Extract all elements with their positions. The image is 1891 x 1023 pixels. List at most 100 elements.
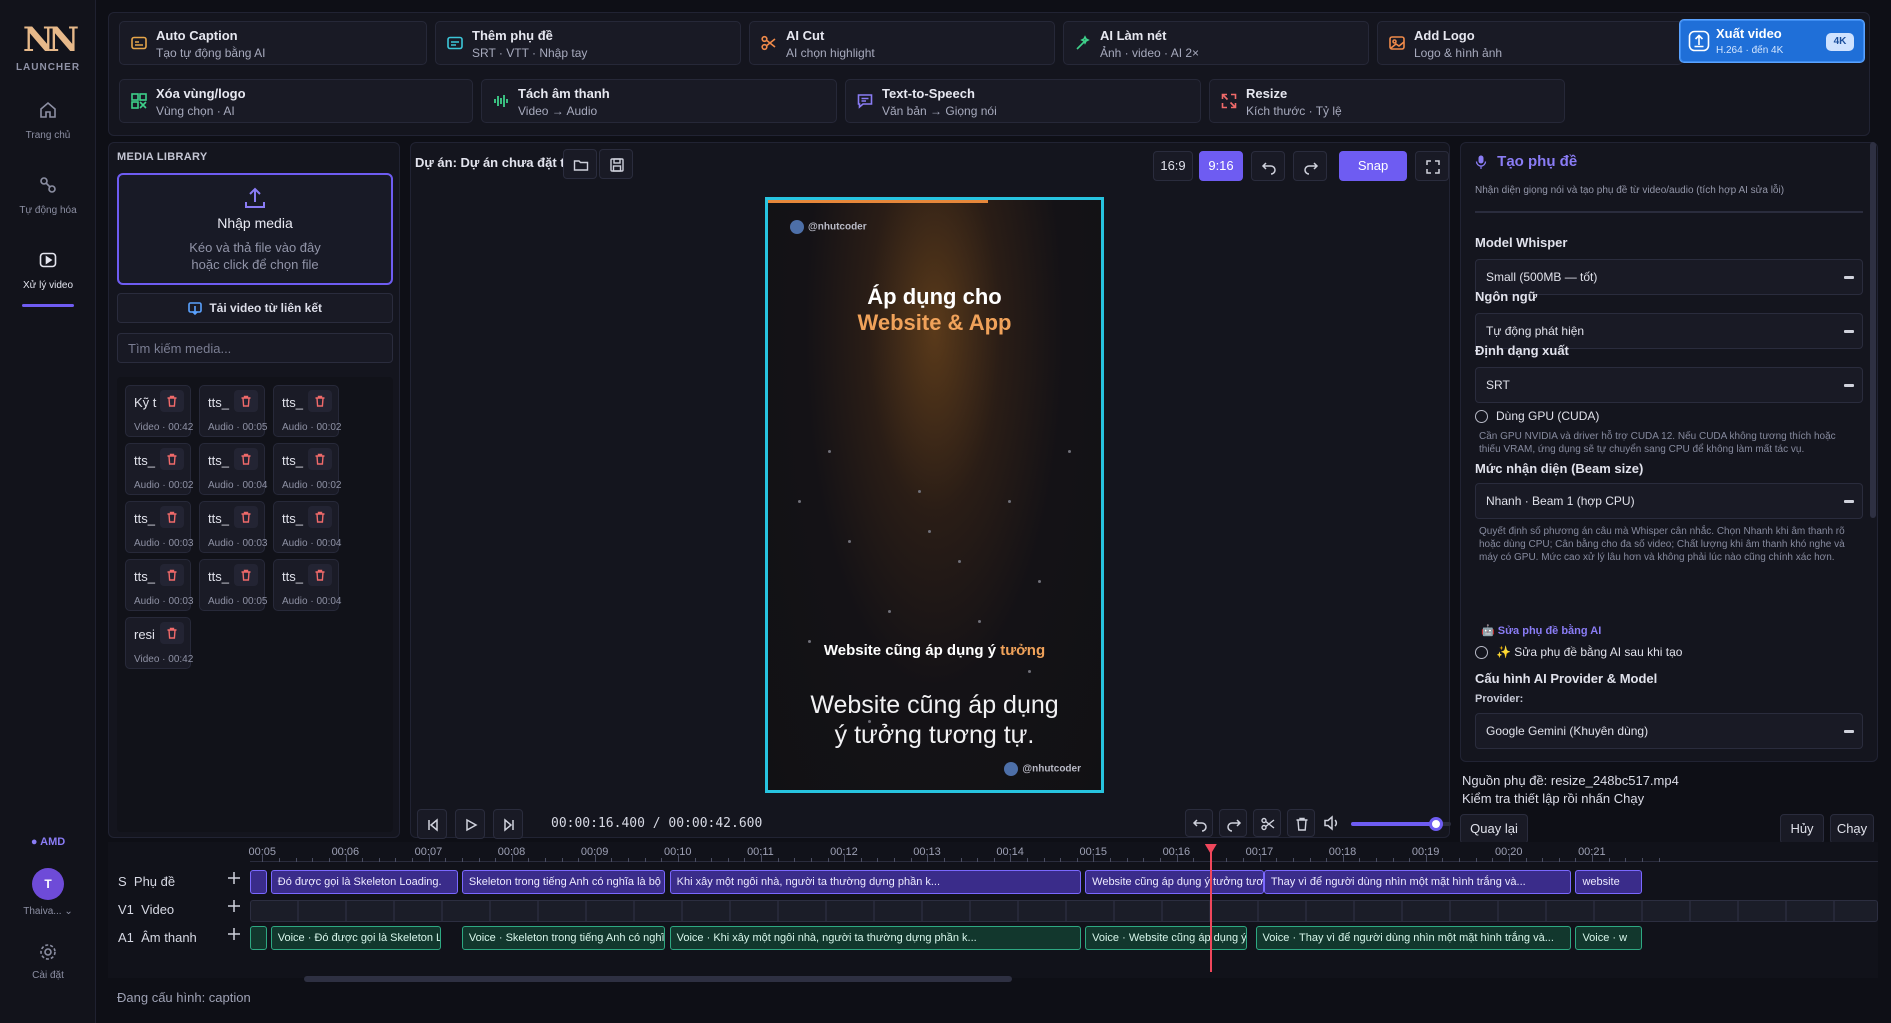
ratio-16-9-button[interactable]: 16:9 bbox=[1153, 151, 1193, 181]
media-search-input[interactable] bbox=[117, 333, 393, 363]
ai-fix-checkbox[interactable]: ✨ Sửa phụ đề bằng AI sau khi tạo bbox=[1475, 645, 1682, 660]
audio-clip[interactable]: Voice · w bbox=[1575, 926, 1642, 950]
subtitle-clip[interactable]: Website cũng áp dụng ý tưởng tương bbox=[1085, 870, 1264, 894]
subtitle-clip[interactable]: Skeleton trong tiếng Anh có nghĩa là bộ … bbox=[461, 870, 666, 894]
cancel-button[interactable]: Hủy bbox=[1780, 814, 1824, 844]
tick-mark bbox=[1392, 858, 1394, 862]
volume-icon[interactable] bbox=[1323, 815, 1341, 831]
skip-forward-button[interactable] bbox=[493, 809, 523, 839]
rail-item-automation[interactable]: Tự động hóa bbox=[0, 175, 96, 241]
tool-add-logo[interactable]: Add Logo Logo & hình ảnh bbox=[1377, 21, 1683, 65]
delete-media-button[interactable] bbox=[308, 506, 332, 528]
skip-back-button[interactable] bbox=[417, 809, 447, 839]
provider-select[interactable]: Google Gemini (Khuyên dùng) bbox=[1475, 713, 1863, 749]
beam-select[interactable]: Nhanh · Beam 1 (hợp CPU) bbox=[1475, 483, 1863, 519]
fullscreen-button[interactable] bbox=[1415, 151, 1449, 181]
subtitle-clip[interactable] bbox=[250, 870, 267, 894]
audio-clip[interactable]: Voice · Đó được gọi là Skeleton Loading bbox=[270, 926, 442, 950]
tool-ai-sharpen[interactable]: AI Làm nét Ảnh · video · AI 2× bbox=[1063, 21, 1369, 65]
add-track-icon[interactable] bbox=[226, 898, 242, 914]
video-track[interactable] bbox=[250, 896, 1878, 924]
skip-back-icon bbox=[428, 818, 438, 832]
media-item[interactable]: tts_ Audio · 00:03 bbox=[125, 501, 194, 553]
download-from-link-button[interactable]: Tải video từ liên kết bbox=[117, 293, 393, 323]
volume-slider[interactable] bbox=[1351, 817, 1451, 831]
avatar[interactable]: T bbox=[32, 868, 64, 900]
volume-knob[interactable] bbox=[1429, 817, 1443, 831]
subtitle-clip[interactable]: website bbox=[1575, 870, 1642, 894]
panel-scrollbar[interactable] bbox=[1870, 142, 1876, 518]
delete-media-button[interactable] bbox=[308, 448, 332, 470]
delete-media-button[interactable] bbox=[160, 564, 184, 586]
media-item[interactable]: tts_ Audio · 00:04 bbox=[273, 501, 342, 553]
audio-clip[interactable]: Voice · Skeleton trong tiếng Anh có nghĩ… bbox=[461, 926, 666, 950]
timeline-ruler[interactable]: 00:05 00:06 00:07 00:08 00:09 00:10 00:11 00:12… bbox=[248, 842, 1878, 862]
playhead[interactable] bbox=[1209, 846, 1212, 972]
audio-track[interactable]: Voice · Đó được gọi là Skeleton Loading V… bbox=[250, 924, 1878, 952]
delete-media-button[interactable] bbox=[234, 448, 258, 470]
rail-item-home[interactable]: Trang chủ bbox=[0, 100, 96, 166]
tick-mark bbox=[1076, 858, 1078, 862]
split-clip-button[interactable] bbox=[1253, 809, 1281, 837]
delete-media-button[interactable] bbox=[160, 390, 184, 412]
add-track-icon[interactable] bbox=[226, 926, 242, 942]
tool-text-to-speech[interactable]: Text-to-Speech Văn bản → Giọng nói bbox=[845, 79, 1201, 123]
audio-clip[interactable]: Voice · Thay vì để người dùng nhìn một m… bbox=[1255, 926, 1572, 950]
save-project-button[interactable] bbox=[599, 149, 633, 179]
subtitle-clip[interactable]: Đó được gọi là Skeleton Loading. bbox=[270, 870, 458, 894]
export-video-button[interactable]: Xuất video H.264 · đến 4K 4K bbox=[1679, 19, 1865, 63]
delete-media-button[interactable] bbox=[308, 564, 332, 586]
subtitle-track[interactable]: Đó được gọi là Skeleton Loading. Skeleton… bbox=[250, 868, 1878, 896]
app-logo[interactable]: NN bbox=[22, 20, 79, 60]
media-item[interactable]: tts_ Audio · 00:04 bbox=[199, 443, 268, 495]
tool-ai-cut[interactable]: AI Cut AI chọn highlight bbox=[749, 21, 1055, 65]
media-item[interactable]: tts_ Audio · 00:02 bbox=[273, 443, 342, 495]
tool-resize[interactable]: Resize Kích thước · Tỷ lệ bbox=[1209, 79, 1565, 123]
delete-media-button[interactable] bbox=[234, 506, 258, 528]
media-item[interactable]: tts_ Audio · 00:03 bbox=[125, 559, 194, 611]
media-item[interactable]: tts_ Audio · 00:05 bbox=[199, 385, 268, 437]
delete-media-button[interactable] bbox=[160, 622, 184, 644]
media-item[interactable]: tts_ Audio · 00:02 bbox=[273, 385, 342, 437]
delete-media-button[interactable] bbox=[234, 390, 258, 412]
delete-clip-button[interactable] bbox=[1287, 809, 1315, 837]
media-dropzone[interactable]: Nhập media Kéo và thả file vào đây hoặc … bbox=[117, 173, 393, 285]
media-item[interactable]: tts_ Audio · 00:03 bbox=[199, 501, 268, 553]
video-clip[interactable] bbox=[250, 900, 1878, 922]
add-track-icon[interactable] bbox=[226, 870, 242, 886]
audio-clip[interactable] bbox=[250, 926, 267, 950]
media-item[interactable]: tts_ Audio · 00:02 bbox=[125, 443, 194, 495]
delete-media-button[interactable] bbox=[308, 390, 332, 412]
ratio-9-16-button[interactable]: 9:16 bbox=[1199, 151, 1243, 181]
timeline-redo-button[interactable] bbox=[1219, 809, 1247, 837]
user-name[interactable]: Thaiva... ⌄ bbox=[0, 906, 96, 917]
video-canvas[interactable]: @nhutcoder Áp dụng cho Website & App Web… bbox=[765, 197, 1104, 793]
media-item[interactable]: Kỹ t Video · 00:42 bbox=[125, 385, 193, 437]
redo-button[interactable] bbox=[1293, 151, 1327, 181]
rail-item-settings[interactable]: Cài đặt bbox=[0, 942, 96, 981]
gpu-checkbox[interactable]: Dùng GPU (CUDA) bbox=[1475, 409, 1599, 424]
open-project-button[interactable] bbox=[563, 149, 597, 179]
format-select[interactable]: SRT bbox=[1475, 367, 1863, 403]
delete-media-button[interactable] bbox=[160, 448, 184, 470]
audio-clip[interactable]: Voice · Khi xây một ngôi nhà, người ta t… bbox=[669, 926, 1081, 950]
audio-clip[interactable]: Voice · Website cũng áp dụng ý tưởng bbox=[1085, 926, 1248, 950]
media-item[interactable]: tts_ Audio · 00:05 bbox=[199, 559, 268, 611]
tool-add-subtitle[interactable]: Thêm phụ đề SRT · VTT · Nhập tay bbox=[435, 21, 741, 65]
subtitle-clip[interactable]: Khi xây một ngôi nhà, người ta thường dự… bbox=[669, 870, 1081, 894]
delete-media-button[interactable] bbox=[234, 564, 258, 586]
undo-button[interactable] bbox=[1251, 151, 1285, 181]
delete-media-button[interactable] bbox=[160, 506, 184, 528]
tool-auto-caption[interactable]: Auto Caption Tạo tự động bằng AI bbox=[119, 21, 427, 65]
timeline-scrollbar[interactable] bbox=[304, 976, 1012, 982]
snap-button[interactable]: Snap bbox=[1339, 151, 1407, 181]
subtitle-clip[interactable]: Thay vì để người dùng nhìn một mặt hình … bbox=[1263, 870, 1572, 894]
timeline-undo-button[interactable] bbox=[1185, 809, 1213, 837]
media-item[interactable]: resi Video · 00:42 bbox=[125, 617, 193, 669]
tool-erase-logo[interactable]: Xóa vùng/logo Vùng chọn · AI bbox=[119, 79, 473, 123]
media-item[interactable]: tts_ Audio · 00:04 bbox=[273, 559, 342, 611]
back-button[interactable]: Quay lại bbox=[1460, 814, 1528, 844]
tool-extract-audio[interactable]: Tách âm thanh Video → Audio bbox=[481, 79, 837, 123]
play-button[interactable] bbox=[455, 809, 485, 839]
run-button[interactable]: Chạy bbox=[1830, 814, 1874, 844]
